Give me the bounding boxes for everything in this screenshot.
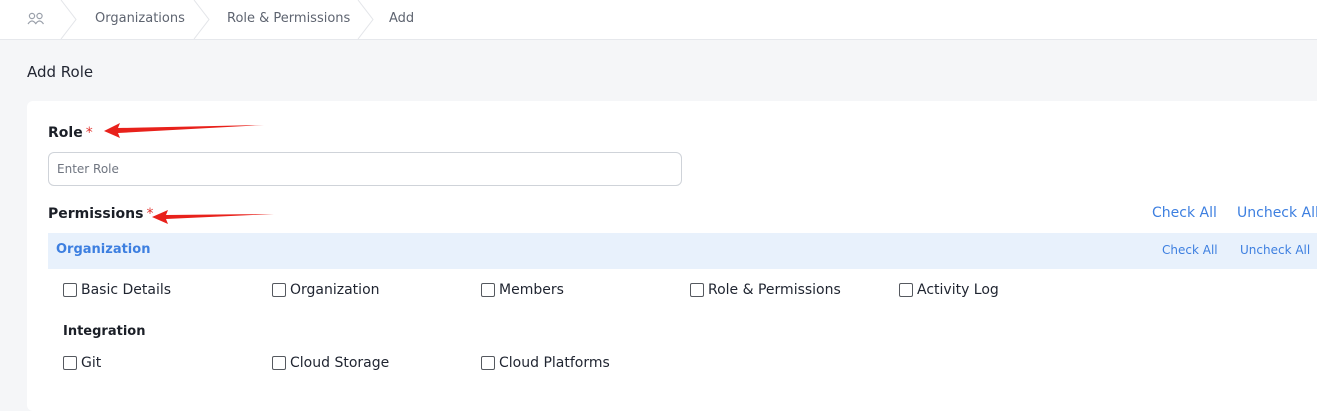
- checkbox-members[interactable]: Members: [481, 282, 564, 298]
- checkbox-box[interactable]: [899, 283, 913, 297]
- breadcrumb-add: Add: [389, 11, 415, 26]
- breadcrumb-organizations[interactable]: Organizations: [95, 11, 185, 26]
- section-uncheck-all-button[interactable]: Uncheck All: [1240, 243, 1310, 257]
- checkbox-label: Cloud Platforms: [499, 355, 610, 371]
- checkbox-label: Basic Details: [81, 282, 172, 298]
- checkbox-box[interactable]: [481, 283, 495, 297]
- checkbox-cloud-storage[interactable]: Cloud Storage: [272, 355, 389, 371]
- checkbox-basic-details[interactable]: Basic Details: [63, 282, 171, 298]
- breadcrumb-separator-icon: [193, 0, 210, 39]
- role-label-text: Role: [48, 125, 83, 141]
- breadcrumb-separator-icon: [357, 0, 374, 39]
- integration-subheading: Integration: [63, 324, 146, 339]
- role-input[interactable]: [48, 152, 682, 186]
- checkbox-organization[interactable]: Organization: [272, 282, 380, 298]
- annotation-arrow-icon: [104, 123, 264, 138]
- required-mark: *: [85, 125, 93, 141]
- checkbox-box[interactable]: [63, 356, 77, 370]
- checkbox-label: Git: [81, 355, 102, 371]
- checkbox-box[interactable]: [272, 356, 286, 370]
- page-title: Add Role: [27, 63, 94, 81]
- users-icon[interactable]: [27, 12, 45, 26]
- annotation-arrow-icon: [152, 210, 274, 224]
- role-label: Role *: [48, 125, 93, 141]
- check-all-button[interactable]: Check All: [1152, 205, 1217, 221]
- permissions-label: Permissions *: [48, 206, 153, 222]
- checkbox-label: Members: [499, 282, 564, 298]
- checkbox-activity-log[interactable]: Activity Log: [899, 282, 999, 298]
- checkbox-label: Activity Log: [917, 282, 999, 298]
- organization-section-header: [48, 233, 1317, 269]
- checkbox-label: Cloud Storage: [290, 355, 390, 371]
- permissions-label-text: Permissions: [48, 206, 144, 222]
- checkbox-box[interactable]: [481, 356, 495, 370]
- checkbox-role-permissions[interactable]: Role & Permissions: [690, 282, 841, 298]
- checkbox-cloud-platforms[interactable]: Cloud Platforms: [481, 355, 610, 371]
- checkbox-box[interactable]: [272, 283, 286, 297]
- section-check-all-button[interactable]: Check All: [1162, 243, 1218, 257]
- checkbox-label: Role & Permissions: [708, 282, 841, 298]
- uncheck-all-button[interactable]: Uncheck All: [1237, 205, 1317, 221]
- checkbox-box[interactable]: [690, 283, 704, 297]
- section-title: Organization: [56, 242, 151, 257]
- breadcrumb-separator-icon: [60, 0, 77, 39]
- checkbox-label: Organization: [290, 282, 380, 298]
- breadcrumb: Organizations Role & Permissions Add: [0, 0, 1317, 40]
- checkbox-git[interactable]: Git: [63, 355, 101, 371]
- checkbox-box[interactable]: [63, 283, 77, 297]
- breadcrumb-role-permissions[interactable]: Role & Permissions: [227, 11, 350, 26]
